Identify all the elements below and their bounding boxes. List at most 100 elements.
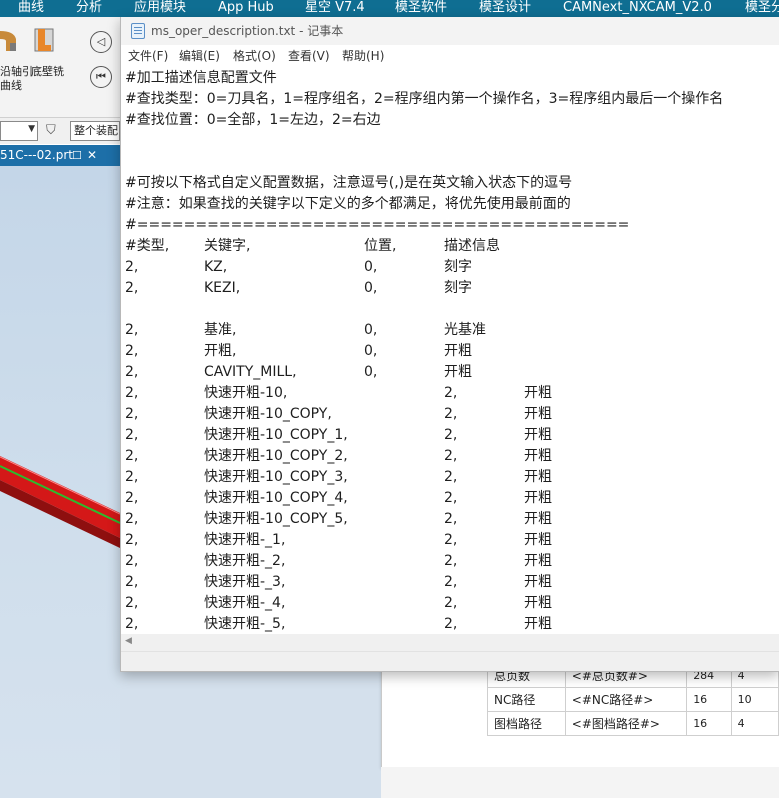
- config-cell: 2,: [125, 490, 139, 506]
- config-cell: 快速开粗-_2,: [204, 553, 286, 569]
- table-cell: 图档路径: [487, 711, 566, 736]
- red-part-model: [0, 456, 120, 548]
- config-cell: 开粗: [524, 385, 552, 401]
- horizontal-scrollbar[interactable]: ◀: [121, 634, 779, 651]
- menu-file[interactable]: 文件(F): [128, 45, 168, 68]
- config-cell: 快速开粗-10_COPY_2,: [204, 448, 348, 464]
- table-cell: NC路径: [487, 687, 566, 712]
- config-cell: 快速开粗-_1,: [204, 532, 286, 548]
- chevron-down-icon: ▼: [28, 124, 35, 134]
- nx-menu-application[interactable]: 应用模块: [134, 0, 186, 17]
- notepad-text-area[interactable]: #加工描述信息配置文件 #查找类型：0=刀具名，1=程序组名，2=程序组内第一个…: [121, 68, 779, 634]
- config-cell: 2,: [125, 616, 139, 632]
- nx-menu-mosheng-software[interactable]: 模圣软件: [395, 0, 447, 17]
- config-cell: 快速开粗-10_COPY,: [204, 406, 332, 422]
- config-cell: 2,: [125, 280, 139, 296]
- text-line: #加工描述信息配置文件: [125, 70, 277, 86]
- config-cell: 开粗: [524, 469, 552, 485]
- config-cell: 开粗: [524, 553, 552, 569]
- config-cell: 2,: [125, 448, 139, 464]
- pin-icon[interactable]: ☐: [72, 145, 82, 166]
- config-cell: 开粗,: [204, 343, 237, 359]
- config-cell: 2,: [444, 469, 458, 485]
- menu-view[interactable]: 查看(V): [288, 45, 330, 68]
- config-cell: 开粗: [444, 343, 472, 359]
- config-cell: 2,: [125, 427, 139, 443]
- config-cell: 2,: [444, 406, 458, 422]
- config-cell: 光基准: [444, 322, 486, 338]
- config-cell: 开粗: [524, 574, 552, 590]
- config-cell: 开粗: [444, 364, 472, 380]
- table-row[interactable]: NC路径 <#NC路径#> 16 10: [487, 687, 779, 712]
- menu-edit[interactable]: 编辑(E): [179, 45, 220, 68]
- graphics-viewport[interactable]: [0, 166, 120, 798]
- part-document-tab-label: 51C---02.prt: [0, 148, 73, 162]
- nx-menu-camnext[interactable]: CAMNext_NXCAM_V2.0: [563, 0, 712, 17]
- selection-scope-combo[interactable]: 整个装配: [70, 121, 120, 141]
- config-cell: 快速开粗-10_COPY_4,: [204, 490, 348, 506]
- config-cell: 2,: [125, 469, 139, 485]
- nx-menu-mosheng-more[interactable]: 模圣分: [745, 0, 779, 17]
- notepad-window[interactable]: ms_oper_description.txt - 记事本 文件(F) 编辑(E…: [120, 17, 779, 672]
- circle-first-icon[interactable]: ⏮: [90, 66, 112, 88]
- config-cell: 2,: [444, 616, 458, 632]
- window-title: ms_oper_description.txt - 记事本: [151, 24, 344, 38]
- notepad-icon: [131, 23, 145, 39]
- config-cell: 0,: [364, 343, 378, 359]
- config-cell: 2,: [125, 406, 139, 422]
- text-line: #查找类型：0=刀具名，1=程序组名，2=程序组内第一个操作名，3=程序组内最后…: [125, 91, 724, 107]
- config-cell: 刻字: [444, 259, 472, 275]
- config-cell: 2,: [125, 385, 139, 401]
- table-cell: <#图档路径#>: [564, 711, 688, 736]
- axial-lead-curve-label-1: 沿轴引: [0, 65, 33, 78]
- config-cell: 开粗: [524, 490, 552, 506]
- table-row[interactable]: 图档路径 <#图档路径#> 16 4: [487, 711, 779, 736]
- config-cell: 2,: [125, 574, 139, 590]
- config-cell: 刻字: [444, 280, 472, 296]
- config-cell: CAVITY_MILL,: [204, 364, 297, 380]
- config-cell: 0,: [364, 322, 378, 338]
- config-cell: 2,: [125, 364, 139, 380]
- header-description: 描述信息: [444, 238, 500, 254]
- config-cell: 开粗: [524, 616, 552, 632]
- config-cell: 快速开粗-_5,: [204, 616, 286, 632]
- axial-lead-curve-label-2: 曲线: [0, 79, 22, 92]
- header-keyword: 关键字,: [204, 238, 251, 254]
- nx-menu-analysis[interactable]: 分析: [76, 0, 102, 17]
- header-type: #类型,: [125, 238, 170, 254]
- funnel-icon[interactable]: ⛉: [46, 123, 56, 138]
- config-cell: 0,: [364, 280, 378, 296]
- config-cell: 快速开粗-10,: [204, 385, 288, 401]
- floor-wall-mill-icon: [34, 28, 54, 52]
- notepad-titlebar[interactable]: ms_oper_description.txt - 记事本: [121, 17, 779, 45]
- config-cell: 2,: [444, 427, 458, 443]
- config-cell: 2,: [125, 259, 139, 275]
- nx-menu-app-hub[interactable]: App Hub: [218, 0, 274, 17]
- type-filter-combo[interactable]: ▼: [0, 121, 38, 141]
- config-cell: 2,: [444, 574, 458, 590]
- config-cell: 2,: [444, 385, 458, 401]
- config-cell: 快速开粗-10_COPY_3,: [204, 469, 348, 485]
- config-cell: 2,: [125, 511, 139, 527]
- menu-help[interactable]: 帮助(H): [342, 45, 384, 68]
- config-cell: 2,: [125, 553, 139, 569]
- nx-menu-curve[interactable]: 曲线: [18, 0, 44, 17]
- nx-menu-mosheng-design[interactable]: 模圣设计: [479, 0, 531, 17]
- graphics-viewport-lower: [120, 672, 381, 798]
- scroll-left-icon[interactable]: ◀: [125, 636, 132, 646]
- header-position: 位置,: [364, 238, 397, 254]
- floor-wall-mill-label: 底壁铣: [31, 65, 64, 78]
- nx-menu-xingkong[interactable]: 星空 V7.4: [305, 0, 365, 17]
- close-icon[interactable]: ✕: [87, 145, 97, 166]
- separator-line: #=======================================…: [125, 217, 630, 233]
- circle-left-icon[interactable]: ◁: [90, 31, 112, 53]
- config-cell: 0,: [364, 364, 378, 380]
- part-document-tab[interactable]: 51C---02.prt ☐ ✕: [0, 145, 120, 166]
- config-cell: 2,: [125, 532, 139, 548]
- axial-lead-curve-icon: [0, 31, 16, 51]
- config-cell: 2,: [444, 490, 458, 506]
- menu-format[interactable]: 格式(O): [233, 45, 276, 68]
- config-cell: 开粗: [524, 427, 552, 443]
- config-cell: 快速开粗-10_COPY_5,: [204, 511, 348, 527]
- text-line: #注意：如果查找的关键字以下定义的多个都满足，将优先使用最前面的: [125, 196, 571, 212]
